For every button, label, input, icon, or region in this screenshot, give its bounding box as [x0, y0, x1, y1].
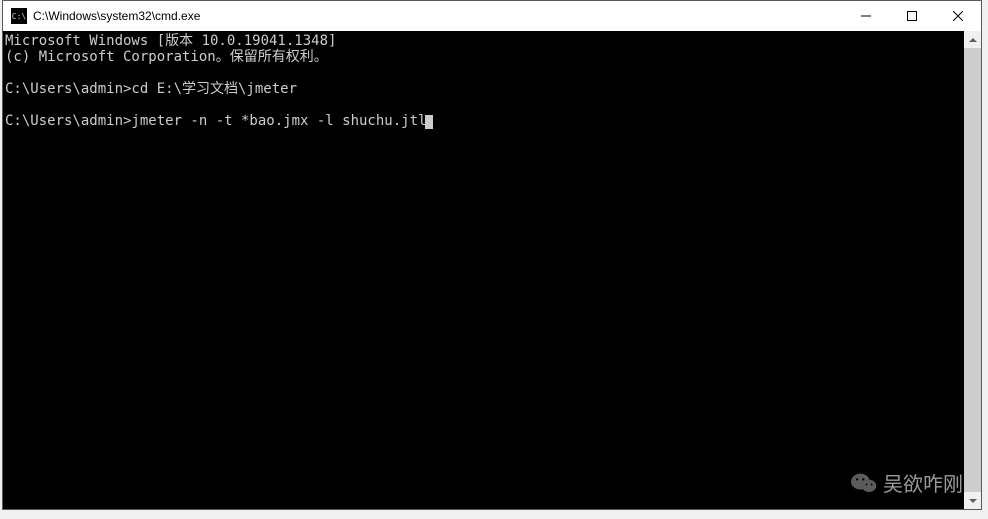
titlebar[interactable]: C:\ C:\Windows\system32\cmd.exe — [3, 1, 981, 31]
window-controls — [843, 1, 981, 31]
scroll-up-button[interactable] — [964, 31, 981, 48]
close-button[interactable] — [935, 1, 981, 31]
scroll-down-button[interactable] — [964, 492, 981, 509]
maximize-button[interactable] — [889, 1, 935, 31]
cmd-window: C:\ C:\Windows\system32\cmd.exe Microsof… — [2, 0, 982, 510]
terminal-area: Microsoft Windows [版本 10.0.19041.1348] (… — [3, 31, 981, 509]
minimize-button[interactable] — [843, 1, 889, 31]
scrollbar-thumb[interactable] — [964, 48, 981, 492]
scrollbar-track[interactable] — [964, 48, 981, 492]
vertical-scrollbar[interactable] — [964, 31, 981, 509]
window-title: C:\Windows\system32\cmd.exe — [33, 9, 843, 23]
terminal-output[interactable]: Microsoft Windows [版本 10.0.19041.1348] (… — [3, 31, 964, 509]
app-icon: C:\ — [11, 8, 27, 24]
text-cursor — [425, 115, 433, 129]
